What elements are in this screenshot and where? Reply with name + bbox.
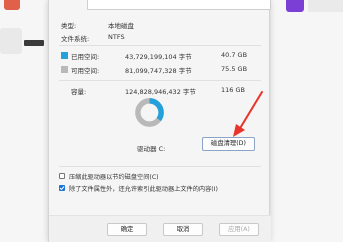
background-panel-right	[308, 0, 343, 12]
dialog-button-bar: 确定 取消 应用(A)	[49, 215, 271, 242]
free-space-label: 可用空间:	[71, 67, 100, 75]
capacity-size: 116 GB	[221, 86, 245, 94]
disk-usage-donut	[135, 98, 164, 127]
background-app-icon	[4, 0, 20, 10]
ok-button[interactable]: 确定	[107, 223, 147, 236]
divider	[59, 45, 261, 46]
type-value: 本地磁盘	[108, 22, 134, 30]
used-space-swatch	[61, 52, 68, 59]
filesystem-value: NTFS	[108, 33, 125, 41]
drive-name-input[interactable]	[87, 0, 271, 10]
capacity-label: 容量:	[71, 88, 87, 96]
apply-button[interactable]: 应用(A)	[219, 223, 259, 236]
drive-label: 驱动器 C:	[137, 145, 166, 153]
divider	[59, 166, 261, 167]
free-space-swatch	[61, 66, 68, 73]
filesystem-label: 文件系统:	[61, 35, 90, 43]
background-panel	[0, 28, 22, 54]
type-label: 类型:	[61, 22, 77, 30]
free-space-bytes: 81,099,747,328 字节	[125, 67, 192, 75]
compress-checkbox[interactable]	[59, 173, 65, 179]
capacity-bytes: 124,828,946,432 字节	[125, 88, 196, 96]
used-space-size: 40.7 GB	[221, 51, 248, 59]
index-option-label: 除了文件属性外，还允许索引此驱动器上文件的内容(I)	[69, 186, 218, 193]
index-checkbox[interactable]	[59, 185, 65, 191]
cancel-button[interactable]: 取消	[163, 223, 203, 236]
divider	[59, 80, 261, 81]
used-space-label: 已用空间:	[71, 53, 100, 61]
drive-icon	[24, 40, 44, 46]
video-app-icon	[286, 0, 304, 12]
compress-option-label: 压缩此驱动器以节约磁盘空间(C)	[69, 174, 159, 181]
disk-cleanup-button[interactable]: 磁盘清理(D)	[202, 137, 255, 151]
free-space-size: 75.5 GB	[221, 65, 248, 73]
used-space-bytes: 43,729,199,104 字节	[125, 53, 192, 61]
checkmark-icon	[59, 186, 65, 191]
disk-properties-dialog: 类型: 本地磁盘 文件系统: NTFS 已用空间: 43,729,199,104…	[48, 0, 271, 242]
